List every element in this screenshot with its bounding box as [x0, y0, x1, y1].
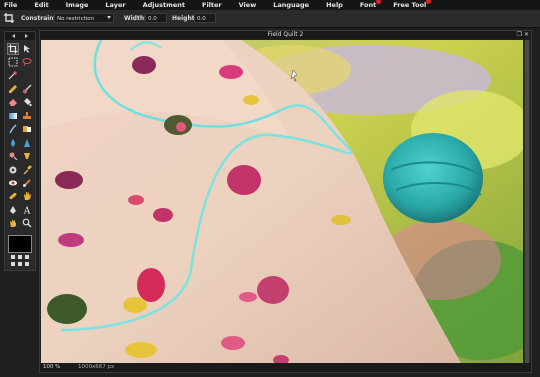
restore-icon[interactable]: ❐ [517, 31, 522, 38]
menu-free-tool[interactable]: Free Tool [393, 0, 432, 10]
document-title-bar: Field Quilt 2 [40, 31, 531, 39]
menu-image[interactable]: Image [66, 0, 89, 10]
type-icon[interactable]: A [22, 205, 32, 216]
collapse-arrow-icon[interactable] [12, 34, 15, 38]
tool-options-bar: Constraint: No restriction Width: 0.0 He… [0, 10, 540, 28]
burn-icon[interactable] [22, 151, 32, 161]
grid-icon[interactable] [11, 255, 29, 267]
menu-adjustment[interactable]: Adjustment [143, 0, 185, 10]
crop-icon[interactable] [7, 43, 19, 55]
menu-language[interactable]: Language [273, 0, 309, 10]
menu-layer-label: Layer [105, 1, 126, 9]
photo-content [41, 40, 523, 363]
crop-icon [4, 13, 14, 23]
lasso-icon[interactable] [22, 57, 32, 67]
zoom-icon[interactable] [22, 218, 32, 228]
menu-bar: File Edit Image Layer Adjustment Filter … [0, 0, 540, 10]
expand-arrow-icon[interactable] [25, 34, 28, 38]
marquee-icon[interactable] [8, 57, 18, 67]
zoom-unit: % [55, 364, 61, 370]
menu-view-label: View [238, 1, 257, 9]
document-title: Field Quilt 2 [267, 31, 304, 38]
scrollbar-thumb[interactable] [525, 40, 529, 363]
bucket-icon[interactable] [22, 97, 32, 107]
toolbox-header [5, 32, 35, 40]
menu-edit[interactable]: Edit [34, 0, 48, 10]
width-field[interactable]: 0.0 [145, 13, 167, 23]
height-field[interactable]: 0.0 [194, 13, 216, 23]
heal-icon[interactable] [8, 191, 18, 201]
blur-icon[interactable] [8, 138, 18, 148]
canvas-image[interactable] [41, 40, 523, 363]
image-dimensions: 1000x667 px [78, 364, 115, 370]
eyedropper-icon[interactable] [22, 165, 32, 175]
zoom-value[interactable]: 100 [43, 363, 54, 372]
menu-layer[interactable]: Layer [105, 0, 125, 10]
menu-view[interactable]: View [239, 0, 257, 10]
status-bar: 100 % 1000x667 px [40, 363, 531, 372]
constraint-value: No restriction [57, 16, 95, 22]
notification-badge [376, 0, 382, 4]
menu-adjustment-label: Adjustment [142, 1, 186, 9]
menu-font-label: Font [359, 1, 377, 9]
svg-text:A: A [23, 207, 31, 216]
width-label: Width: [124, 15, 147, 22]
menu-filter-label: Filter [202, 1, 222, 9]
width-value: 0.0 [148, 16, 157, 22]
menu-file-label: File [4, 1, 18, 9]
dodge-icon[interactable] [8, 151, 18, 161]
chevron-down-icon [107, 16, 111, 19]
menu-filter[interactable]: Filter [202, 0, 222, 10]
window-controls: ❐ ✕ [517, 32, 529, 38]
move-icon[interactable] [22, 44, 32, 54]
sharpen-icon[interactable] [22, 138, 32, 148]
pencil-icon[interactable] [8, 84, 18, 94]
color-replace-icon[interactable] [22, 124, 32, 134]
menu-image-label: Image [65, 1, 89, 9]
menu-font[interactable]: Font [359, 0, 382, 10]
gradient-icon[interactable] [8, 111, 18, 121]
menu-language-label: Language [273, 1, 310, 9]
document-window: Field Quilt 2 ❐ ✕ 100 % 1000x667 px [39, 30, 532, 373]
clone-icon[interactable] [22, 178, 32, 188]
height-value: 0.0 [197, 16, 206, 22]
eraser-icon[interactable] [8, 97, 18, 107]
brush-icon[interactable] [22, 84, 32, 94]
menu-help[interactable]: Help [326, 0, 343, 10]
smudge-icon[interactable] [8, 124, 18, 134]
hand-icon[interactable] [22, 191, 32, 201]
notification-badge [426, 0, 432, 4]
menu-file[interactable]: File [4, 0, 17, 10]
sponge-icon[interactable] [8, 165, 18, 175]
vertical-scrollbar[interactable] [524, 40, 530, 363]
grab-icon[interactable] [8, 218, 18, 228]
pen-icon[interactable] [8, 205, 18, 215]
red-eye-icon[interactable] [8, 178, 18, 188]
menu-edit-label: Edit [34, 1, 49, 9]
foreground-color-swatch[interactable] [8, 235, 32, 253]
stamp-icon[interactable] [22, 111, 32, 121]
constraint-select[interactable]: No restriction [54, 13, 114, 23]
toolbox: A [4, 31, 36, 271]
menu-help-label: Help [326, 1, 343, 9]
close-icon[interactable]: ✕ [524, 31, 529, 38]
magic-wand-icon[interactable] [8, 70, 18, 80]
menu-free-tool-label: Free Tool [393, 1, 427, 9]
